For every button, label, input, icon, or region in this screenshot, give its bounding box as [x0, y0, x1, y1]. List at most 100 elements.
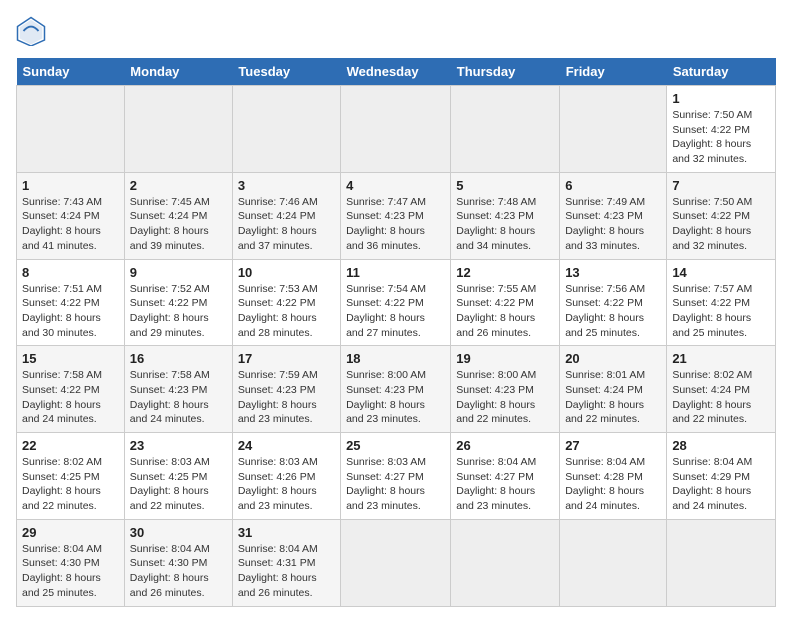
day-number: 9 — [130, 265, 227, 280]
calendar-week-3: 8 Sunrise: 7:51 AMSunset: 4:22 PMDaylight… — [17, 259, 776, 346]
calendar-cell: 8 Sunrise: 7:51 AMSunset: 4:22 PMDaylight… — [17, 259, 125, 346]
day-info: Sunrise: 8:02 AMSunset: 4:24 PMDaylight:… — [672, 368, 770, 427]
day-number: 30 — [130, 525, 227, 540]
calendar-cell: 16 Sunrise: 7:58 AMSunset: 4:23 PMDayligh… — [124, 346, 232, 433]
day-number: 5 — [456, 178, 554, 193]
day-number: 28 — [672, 438, 770, 453]
day-info: Sunrise: 8:03 AMSunset: 4:25 PMDaylight:… — [130, 455, 227, 514]
calendar-cell: 7 Sunrise: 7:50 AMSunset: 4:22 PMDaylight… — [667, 172, 776, 259]
day-number: 23 — [130, 438, 227, 453]
logo-icon — [16, 16, 46, 46]
calendar-cell: 20 Sunrise: 8:01 AMSunset: 4:24 PMDayligh… — [560, 346, 667, 433]
day-number: 6 — [565, 178, 661, 193]
calendar-cell — [451, 519, 560, 606]
calendar-cell: 29 Sunrise: 8:04 AMSunset: 4:30 PMDayligh… — [17, 519, 125, 606]
day-info: Sunrise: 7:48 AMSunset: 4:23 PMDaylight:… — [456, 195, 554, 254]
day-info: Sunrise: 7:54 AMSunset: 4:22 PMDaylight:… — [346, 282, 445, 341]
day-number: 3 — [238, 178, 335, 193]
calendar-cell: 25 Sunrise: 8:03 AMSunset: 4:27 PMDayligh… — [341, 433, 451, 520]
day-info: Sunrise: 8:02 AMSunset: 4:25 PMDaylight:… — [22, 455, 119, 514]
day-info: Sunrise: 7:53 AMSunset: 4:22 PMDaylight:… — [238, 282, 335, 341]
calendar-cell: 13Sunrise: 7:56 AMSunset: 4:22 PMDayligh… — [560, 259, 667, 346]
day-number: 26 — [456, 438, 554, 453]
calendar-cell — [560, 86, 667, 173]
calendar-cell: 23 Sunrise: 8:03 AMSunset: 4:25 PMDayligh… — [124, 433, 232, 520]
header-row: SundayMondayTuesdayWednesdayThursdayFrid… — [17, 58, 776, 86]
calendar-cell: 3 Sunrise: 7:46 AMSunset: 4:24 PMDaylight… — [232, 172, 340, 259]
day-number: 20 — [565, 351, 661, 366]
calendar-week-1: 1 Sunrise: 7:50 AMSunset: 4:22 PMDaylight… — [17, 86, 776, 173]
day-info: Sunrise: 8:04 AMSunset: 4:27 PMDaylight:… — [456, 455, 554, 514]
day-number: 24 — [238, 438, 335, 453]
calendar-cell: 1 Sunrise: 7:50 AMSunset: 4:22 PMDaylight… — [667, 86, 776, 173]
header-cell-sunday: Sunday — [17, 58, 125, 86]
header-cell-friday: Friday — [560, 58, 667, 86]
header-cell-wednesday: Wednesday — [341, 58, 451, 86]
day-info: Sunrise: 8:01 AMSunset: 4:24 PMDaylight:… — [565, 368, 661, 427]
calendar-cell: 2Sunrise: 7:45 AMSunset: 4:24 PMDaylight… — [124, 172, 232, 259]
header-cell-tuesday: Tuesday — [232, 58, 340, 86]
day-info: Sunrise: 8:03 AMSunset: 4:27 PMDaylight:… — [346, 455, 445, 514]
calendar-cell: 19Sunrise: 8:00 AMSunset: 4:23 PMDayligh… — [451, 346, 560, 433]
day-info: Sunrise: 7:50 AMSunset: 4:22 PMDaylight:… — [672, 195, 770, 254]
day-info: Sunrise: 7:46 AMSunset: 4:24 PMDaylight:… — [238, 195, 335, 254]
day-info: Sunrise: 7:58 AMSunset: 4:23 PMDaylight:… — [130, 368, 227, 427]
day-number: 25 — [346, 438, 445, 453]
calendar-cell: 17Sunrise: 7:59 AMSunset: 4:23 PMDayligh… — [232, 346, 340, 433]
day-number: 19 — [456, 351, 554, 366]
calendar-cell: 12 Sunrise: 7:55 AMSunset: 4:22 PMDayligh… — [451, 259, 560, 346]
calendar-cell — [17, 86, 125, 173]
day-info: Sunrise: 7:56 AMSunset: 4:22 PMDaylight:… — [565, 282, 661, 341]
day-info: Sunrise: 7:50 AMSunset: 4:22 PMDaylight:… — [672, 108, 770, 167]
calendar-cell: 22 Sunrise: 8:02 AMSunset: 4:25 PMDayligh… — [17, 433, 125, 520]
calendar-cell — [560, 519, 667, 606]
day-info: Sunrise: 7:57 AMSunset: 4:22 PMDaylight:… — [672, 282, 770, 341]
calendar-table: SundayMondayTuesdayWednesdayThursdayFrid… — [16, 58, 776, 607]
calendar-cell: 26 Sunrise: 8:04 AMSunset: 4:27 PMDayligh… — [451, 433, 560, 520]
calendar-cell — [667, 519, 776, 606]
day-number: 22 — [22, 438, 119, 453]
header-cell-monday: Monday — [124, 58, 232, 86]
day-number: 7 — [672, 178, 770, 193]
calendar-cell — [124, 86, 232, 173]
calendar-cell: 4Sunrise: 7:47 AMSunset: 4:23 PMDaylight… — [341, 172, 451, 259]
day-number: 1 — [22, 178, 119, 193]
day-info: Sunrise: 7:47 AMSunset: 4:23 PMDaylight:… — [346, 195, 445, 254]
day-number: 12 — [456, 265, 554, 280]
day-number: 8 — [22, 265, 119, 280]
day-info: Sunrise: 8:04 AMSunset: 4:30 PMDaylight:… — [22, 542, 119, 601]
day-info: Sunrise: 8:03 AMSunset: 4:26 PMDaylight:… — [238, 455, 335, 514]
calendar-cell: 10 Sunrise: 7:53 AMSunset: 4:22 PMDayligh… — [232, 259, 340, 346]
day-info: Sunrise: 8:04 AMSunset: 4:29 PMDaylight:… — [672, 455, 770, 514]
day-number: 27 — [565, 438, 661, 453]
calendar-week-6: 29 Sunrise: 8:04 AMSunset: 4:30 PMDayligh… — [17, 519, 776, 606]
day-number: 1 — [672, 91, 770, 106]
logo — [16, 16, 50, 46]
day-number: 31 — [238, 525, 335, 540]
day-info: Sunrise: 7:51 AMSunset: 4:22 PMDaylight:… — [22, 282, 119, 341]
calendar-cell — [341, 519, 451, 606]
header-cell-saturday: Saturday — [667, 58, 776, 86]
calendar-cell: 24 Sunrise: 8:03 AMSunset: 4:26 PMDayligh… — [232, 433, 340, 520]
day-number: 21 — [672, 351, 770, 366]
day-info: Sunrise: 8:04 AMSunset: 4:28 PMDaylight:… — [565, 455, 661, 514]
day-info: Sunrise: 7:58 AMSunset: 4:22 PMDaylight:… — [22, 368, 119, 427]
day-number: 10 — [238, 265, 335, 280]
day-number: 29 — [22, 525, 119, 540]
day-info: Sunrise: 7:55 AMSunset: 4:22 PMDaylight:… — [456, 282, 554, 341]
day-number: 16 — [130, 351, 227, 366]
calendar-week-2: 1Sunrise: 7:43 AMSunset: 4:24 PMDaylight… — [17, 172, 776, 259]
header-cell-thursday: Thursday — [451, 58, 560, 86]
day-info: Sunrise: 8:04 AMSunset: 4:30 PMDaylight:… — [130, 542, 227, 601]
calendar-cell — [341, 86, 451, 173]
calendar-cell: 27 Sunrise: 8:04 AMSunset: 4:28 PMDayligh… — [560, 433, 667, 520]
calendar-cell — [451, 86, 560, 173]
day-info: Sunrise: 7:52 AMSunset: 4:22 PMDaylight:… — [130, 282, 227, 341]
calendar-cell: 28 Sunrise: 8:04 AMSunset: 4:29 PMDayligh… — [667, 433, 776, 520]
day-info: Sunrise: 8:04 AMSunset: 4:31 PMDaylight:… — [238, 542, 335, 601]
calendar-cell: 5 Sunrise: 7:48 AMSunset: 4:23 PMDaylight… — [451, 172, 560, 259]
calendar-cell: 14Sunrise: 7:57 AMSunset: 4:22 PMDayligh… — [667, 259, 776, 346]
day-info: Sunrise: 7:49 AMSunset: 4:23 PMDaylight:… — [565, 195, 661, 254]
day-info: Sunrise: 8:00 AMSunset: 4:23 PMDaylight:… — [346, 368, 445, 427]
day-number: 11 — [346, 265, 445, 280]
